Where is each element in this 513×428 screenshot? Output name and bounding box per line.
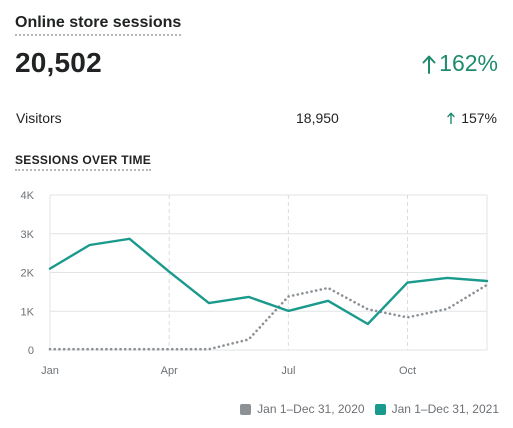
x-tick-label: Oct <box>399 365 416 377</box>
legend-swatch <box>240 403 252 415</box>
x-tick-label: Jan <box>41 365 59 377</box>
y-tick-label: 4K <box>21 190 35 202</box>
sessions-chart: 0 1K 2K 3K 4K Jan Apr Jul Oct <box>21 190 489 377</box>
series-line-1 <box>48 283 489 351</box>
y-tick-label: 1K <box>21 306 35 318</box>
legend-label: Jan 1–Dec 31, 2020 <box>257 402 365 416</box>
y-tick-label: 0 <box>28 345 34 357</box>
legend-label: Jan 1–Dec 31, 2021 <box>391 402 499 416</box>
chart-legend: Jan 1–Dec 31, 2020 Jan 1–Dec 31, 2021 <box>230 402 499 416</box>
legend-swatch <box>374 403 386 415</box>
legend-item-2[interactable]: Jan 1–Dec 31, 2021 <box>374 402 499 416</box>
legend-item-1[interactable]: Jan 1–Dec 31, 2020 <box>240 402 365 416</box>
x-tick-label: Jul <box>281 365 295 377</box>
y-tick-label: 2K <box>21 268 35 280</box>
y-tick-label: 3K <box>21 229 35 241</box>
sessions-card: Online store sessions 20,502 162% Visito… <box>0 0 513 428</box>
x-tick-label: Apr <box>161 365 178 377</box>
